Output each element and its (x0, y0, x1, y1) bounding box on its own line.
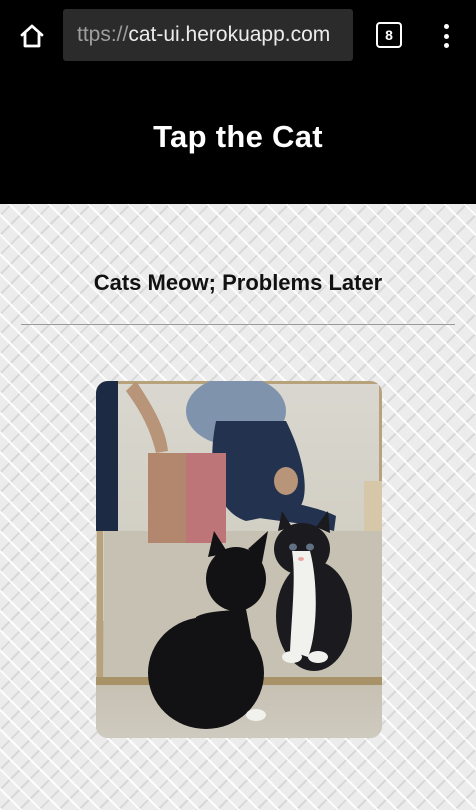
tab-switcher-button[interactable]: 8 (376, 22, 402, 48)
page-title: Tap the Cat (153, 119, 323, 154)
more-vert-icon[interactable] (432, 20, 460, 52)
url-bar[interactable]: ttps://cat-ui.herokuapp.com (63, 9, 353, 61)
page-subtitle: Cats Meow; Problems Later (93, 270, 383, 295)
main-content: Cats Meow; Problems Later (0, 204, 476, 810)
home-button[interactable] (14, 18, 50, 54)
cat-photo-illustration (96, 381, 382, 738)
browser-toolbar: ttps://cat-ui.herokuapp.com 8 (0, 0, 476, 70)
divider (21, 324, 455, 325)
menu-dot (443, 33, 449, 39)
cat-image[interactable] (96, 381, 382, 738)
url-host: cat-ui.herokuapp.com (128, 23, 331, 46)
home-icon (20, 24, 44, 48)
url-scheme: ttps:// (77, 23, 129, 46)
tab-count: 8 (385, 27, 393, 43)
menu-dot (443, 24, 449, 29)
page-header: Tap the Cat (0, 70, 476, 204)
menu-dot (443, 43, 449, 48)
